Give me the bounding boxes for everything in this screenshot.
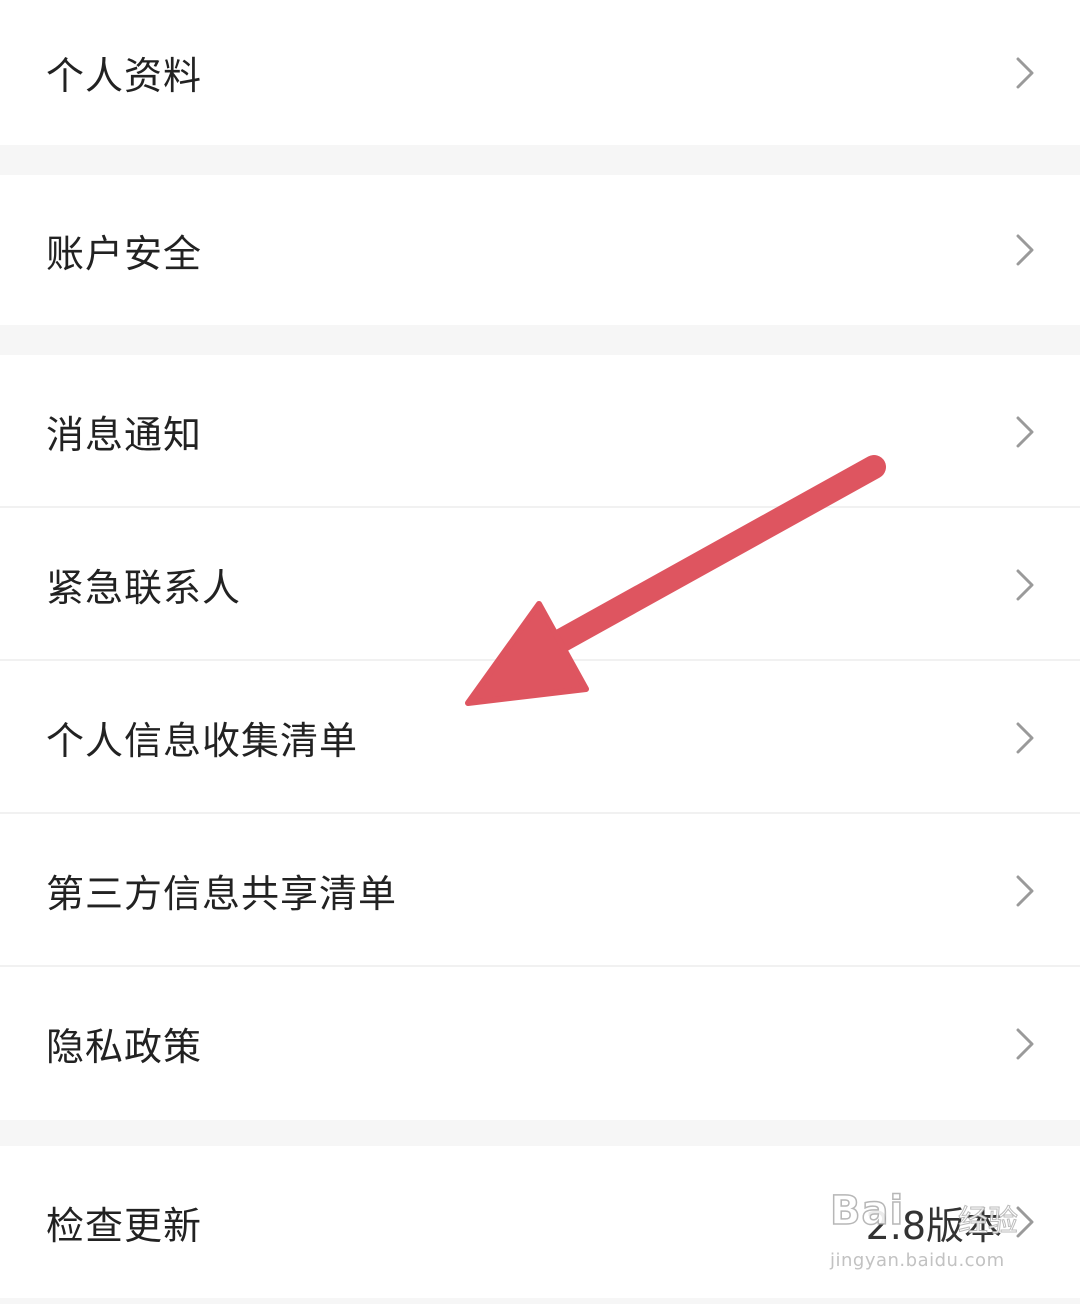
settings-item-label: 消息通知 bbox=[46, 413, 203, 457]
settings-item-label: 账户安全 bbox=[46, 231, 203, 276]
settings-item-third-party-sharing[interactable]: 第三方信息共享清单 bbox=[0, 814, 1080, 967]
settings-item-notifications[interactable]: 消息通知 bbox=[0, 355, 1080, 508]
settings-group-update: 检查更新 2.8版本 bbox=[0, 1146, 1080, 1298]
settings-item-emergency-contact[interactable]: 紧急联系人 bbox=[0, 508, 1080, 661]
chevron-right-icon bbox=[1016, 1028, 1034, 1059]
settings-item-label: 紧急联系人 bbox=[46, 566, 242, 610]
chevron-right-icon bbox=[1016, 875, 1034, 906]
chevron-right-icon bbox=[1016, 57, 1034, 88]
settings-group-security: 账户安全 bbox=[0, 175, 1080, 325]
settings-item-profile[interactable]: 个人资料 bbox=[0, 0, 1080, 145]
settings-group-privacy: 消息通知 紧急联系人 个人信息收集清单 第三方信息共享清单 隐私政策 bbox=[0, 355, 1080, 1120]
chevron-right-icon bbox=[1016, 234, 1034, 266]
settings-item-label: 检查更新 bbox=[46, 1203, 203, 1248]
version-value: 2.8版本 bbox=[865, 1203, 1002, 1248]
settings-item-label: 隐私政策 bbox=[46, 1025, 203, 1069]
settings-item-label: 个人资料 bbox=[46, 54, 203, 98]
chevron-right-icon bbox=[1016, 1206, 1034, 1238]
chevron-right-icon bbox=[1016, 569, 1034, 600]
settings-screen: 个人资料 账户安全 消息通知 紧急联系人 个人信息收集清单 第三方信息共享清单 … bbox=[0, 0, 1080, 1304]
chevron-right-icon bbox=[1016, 416, 1034, 447]
settings-item-check-update[interactable]: 检查更新 2.8版本 bbox=[0, 1146, 1080, 1298]
settings-item-label: 个人信息收集清单 bbox=[46, 719, 359, 763]
settings-item-account-security[interactable]: 账户安全 bbox=[0, 175, 1080, 325]
settings-item-personal-info-list[interactable]: 个人信息收集清单 bbox=[0, 661, 1080, 814]
chevron-right-icon bbox=[1016, 722, 1034, 753]
settings-item-label: 第三方信息共享清单 bbox=[46, 872, 398, 916]
settings-group-profile: 个人资料 bbox=[0, 0, 1080, 145]
settings-item-privacy-policy[interactable]: 隐私政策 bbox=[0, 967, 1080, 1120]
